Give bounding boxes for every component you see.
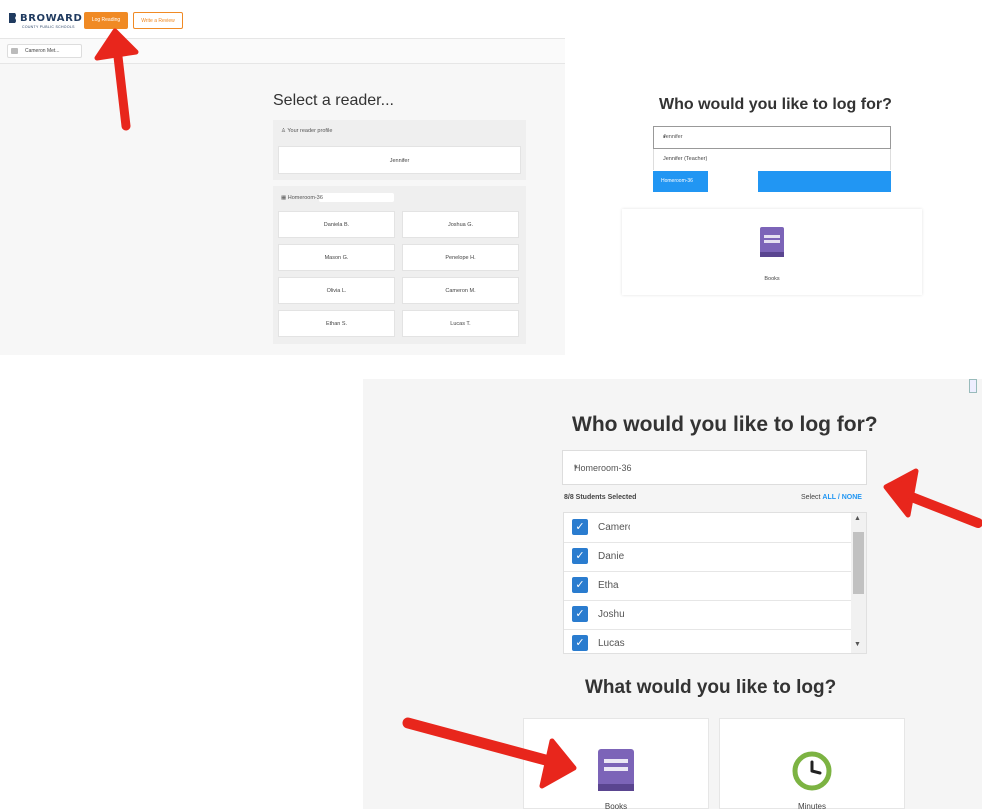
arrow-annotation (94, 28, 139, 131)
arrow-annotation (402, 717, 577, 789)
annotation-arrows (94, 28, 982, 789)
arrow-annotation (883, 468, 982, 528)
